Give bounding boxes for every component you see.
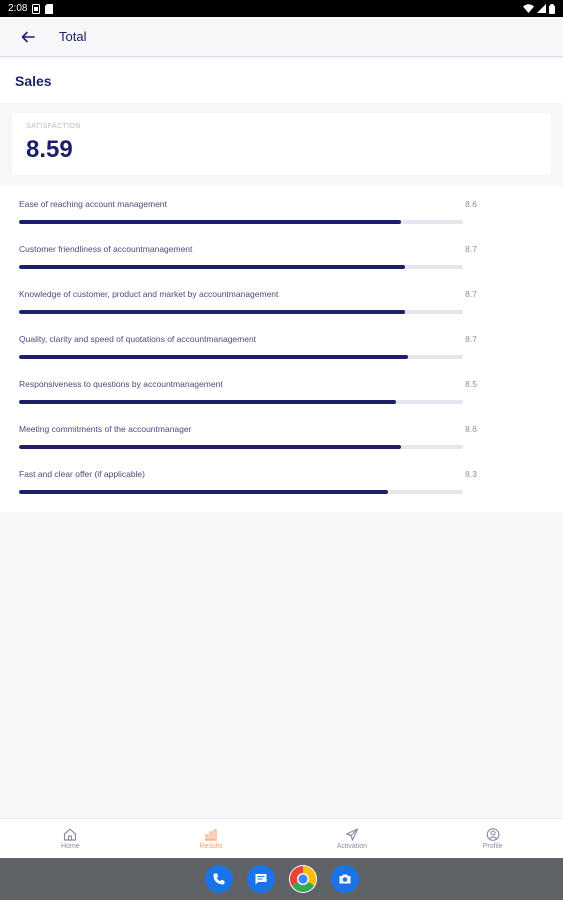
satisfaction-label: SATISFACTION [26,123,81,130]
criterion-value: 8.5 [465,379,477,389]
camera-app-button[interactable] [330,865,359,893]
criterion-label: Knowledge of customer, product and marke… [19,289,279,299]
progress-fill [19,355,408,359]
criterion-item: Meeting commitments of the accountmanage… [19,424,479,464]
phone-icon [213,873,224,885]
chrome-icon [289,866,316,893]
criterion-value: 8.7 [465,289,477,299]
nav-results[interactable]: Results [141,819,282,858]
criterion-item: Fast and clear offer (if applicable) 8.3 [19,469,479,509]
criterion-label: Ease of reaching account management [19,199,167,209]
section-header: Sales [0,59,563,103]
nav-label: Home [61,842,80,850]
sim-icon [32,3,41,14]
status-time: 2:08 [8,3,28,14]
criterion-label: Customer friendliness of accountmanageme… [19,244,193,254]
camera-icon [339,874,350,884]
progress-track [19,400,463,404]
battery-icon [549,3,555,14]
nav-label: Profile [482,842,503,850]
progress-fill [19,445,401,449]
criterion-value: 8.7 [465,244,477,254]
sd-card-icon [45,3,54,14]
messages-icon [255,874,266,885]
nav-label: Activation [336,842,368,850]
criterion-label: Responsiveness to questions by accountma… [19,379,223,389]
home-icon [64,828,77,841]
criterion-value: 8.6 [465,424,477,434]
phone-app-button[interactable] [204,865,233,893]
wifi-icon [523,4,534,13]
criterion-item: Ease of reaching account management 8.6 [19,199,479,239]
criterion-value: 8.3 [465,469,477,479]
chart-icon [205,829,218,841]
section-title: Sales [15,73,52,89]
criterion-label: Meeting commitments of the accountmanage… [19,424,192,434]
app-bar: Total [0,17,563,57]
progress-track [19,265,463,269]
criterion-item: Knowledge of customer, product and marke… [19,289,479,329]
bottom-navigation: Home Results Activation Profile [0,818,563,858]
satisfaction-value: 8.59 [26,136,73,163]
messages-app-button[interactable] [246,865,275,893]
satisfaction-card: SATISFACTION 8.59 [12,113,551,175]
back-button[interactable] [8,17,48,57]
criterion-item: Responsiveness to questions by accountma… [19,379,479,419]
chrome-app-button[interactable] [288,865,317,893]
progress-track [19,220,463,224]
signal-icon [537,4,546,13]
criteria-list: Ease of reaching account management 8.6 … [0,186,563,512]
page-title: Total [59,29,87,44]
progress-track [19,355,463,359]
progress-fill [19,400,397,404]
criterion-value: 8.6 [465,199,477,209]
progress-track [19,310,463,314]
progress-fill [19,220,401,224]
progress-track [19,445,463,449]
criterion-item: Customer friendliness of accountmanageme… [19,244,479,284]
nav-profile[interactable]: Profile [422,819,563,858]
nav-home[interactable]: Home [0,819,141,858]
criterion-item: Quality, clarity and speed of quotations… [19,334,479,374]
criterion-value: 8.7 [465,334,477,344]
arrow-left-icon [21,31,35,42]
progress-fill [19,490,388,494]
system-dock [0,858,563,900]
status-bar: 2:08 [0,0,563,17]
progress-fill [19,310,406,314]
profile-icon [486,827,499,841]
criterion-label: Fast and clear offer (if applicable) [19,469,145,479]
criterion-label: Quality, clarity and speed of quotations… [19,334,257,344]
nav-label: Results [199,842,223,850]
progress-track [19,490,463,494]
send-icon [345,827,358,841]
nav-activation[interactable]: Activation [282,819,423,858]
progress-fill [19,265,406,269]
